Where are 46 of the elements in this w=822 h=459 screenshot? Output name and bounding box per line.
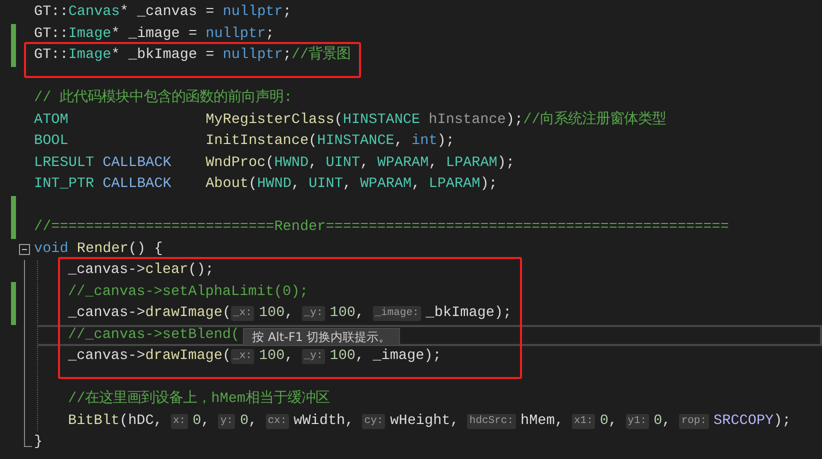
code-line: INT_PTR CALLBACK About(HWND, UINT, WPARAM, LPARAM); bbox=[34, 175, 498, 194]
code-text: 100, bbox=[258, 348, 294, 364]
code-text: wWidth, bbox=[294, 412, 355, 428]
code-line: void Render() { bbox=[34, 240, 163, 258]
parameter-hint: hdcSrc: bbox=[467, 414, 516, 428]
code-line: //==========================Render=============================================== bbox=[34, 218, 729, 237]
parameter-hint: y: bbox=[218, 414, 235, 428]
code-text: 0, bbox=[240, 412, 258, 428]
collapse-icon[interactable] bbox=[19, 244, 30, 255]
code-line: GT::Image* _image = nullptr; bbox=[34, 24, 274, 44]
code-text: 0, bbox=[600, 412, 618, 428]
parameter-hint: _image: bbox=[372, 306, 421, 321]
parameter-hint: _x: bbox=[231, 306, 254, 321]
parameter-hint: _y: bbox=[302, 349, 325, 364]
code-text: BitBlt(hDC, bbox=[68, 412, 164, 428]
parameter-hint: _y: bbox=[302, 306, 325, 321]
parameter-hint: y1: bbox=[626, 414, 649, 428]
parameter-hint: x1: bbox=[572, 414, 595, 428]
code-line: //在这里画到设备上，hMem相当于缓冲区 bbox=[68, 390, 330, 409]
parameter-hint: cy: bbox=[362, 414, 386, 428]
parameter-hint: cx: bbox=[266, 414, 289, 428]
code-text: _canvas->drawImage( bbox=[68, 348, 232, 364]
code-line: LRESULT CALLBACK WndProc(HWND, UINT, WPARAM, LPARAM); bbox=[34, 154, 515, 172]
code-line: GT::Canvas* _canvas = nullptr; bbox=[34, 3, 292, 22]
code-text: 100, _image); bbox=[330, 348, 442, 364]
code-line: BOOL InitInstance(HINSTANCE, int); bbox=[34, 132, 454, 151]
code-line: } bbox=[34, 433, 43, 452]
code-line: //_canvas->setAlphaLimit(0); bbox=[68, 282, 308, 302]
code-line: _canvas->clear(); bbox=[68, 261, 214, 280]
code-line: ATOM MyRegisterClass(HINSTANCE hInstance);//向系统注册窗体类型 bbox=[34, 110, 666, 130]
code-text: _bkImage); bbox=[426, 305, 512, 321]
code-text: hMem, bbox=[520, 412, 564, 428]
code-text: 0, bbox=[192, 412, 211, 428]
code-text: 0, bbox=[654, 412, 672, 428]
parameter-hint: x: bbox=[170, 414, 188, 428]
parameter-hint: _x: bbox=[231, 349, 254, 364]
tooltip: 按 Alt-F1 切换内联提示。 bbox=[243, 328, 400, 346]
code-line: GT::Image* _bkImage = nullptr;//背景图 bbox=[34, 46, 351, 65]
code-text: _canvas->drawImage( bbox=[68, 305, 232, 321]
code-text: wHeight, bbox=[390, 412, 460, 428]
code-text: SRCCOPY); bbox=[714, 412, 791, 428]
code-text: 100, bbox=[330, 305, 366, 321]
parameter-hint: rop: bbox=[679, 414, 709, 428]
code-line: //_canvas->setBlend( bbox=[68, 326, 240, 344]
code-text: 100, bbox=[258, 305, 294, 321]
code-line: // 此代码模块中包含的函数的前向声明: bbox=[34, 89, 292, 108]
